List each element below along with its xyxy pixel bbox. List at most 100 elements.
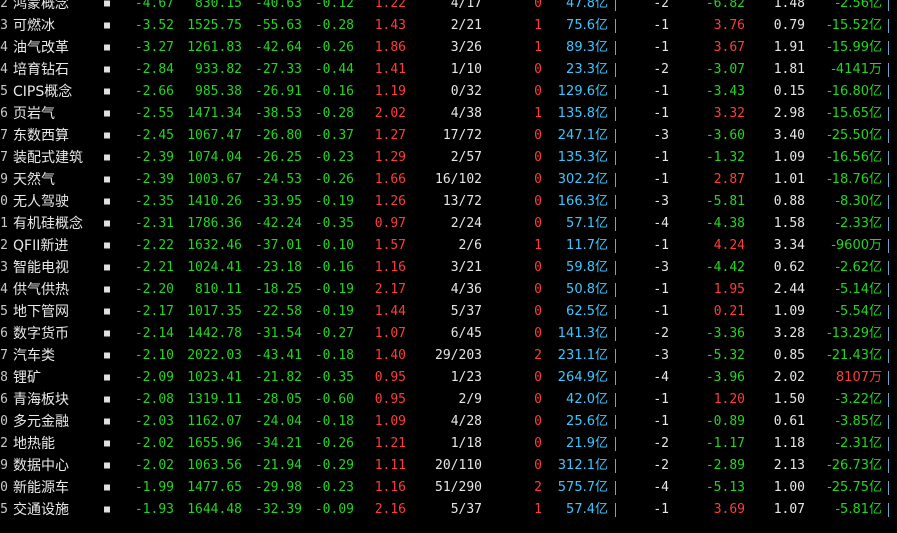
table-row[interactable]: 4 油气改革 ■ -3.27 1261.83 -42.64 -0.26 1.86 3/26 1 89… <box>0 37 897 59</box>
five-day-change: -6.82 <box>705 0 745 11</box>
row-index: 7 <box>0 150 8 165</box>
sector-name: CIPS概念 <box>13 84 73 100</box>
speed: -0.23 <box>314 150 354 165</box>
change-percent: -2.09 <box>134 370 174 385</box>
table-row[interactable]: 5 地下管网 ■ -2.17 1017.35 -22.58 -0.19 1.44 5/37 0 62… <box>0 301 897 323</box>
volume-ratio: 1.01 <box>773 172 805 187</box>
total-volume: 166.3亿 <box>557 194 608 209</box>
table-row[interactable]: 7 汽车类 ■ -2.10 2022.03 -43.41 -0.18 1.40 29/203 2 2… <box>0 345 897 367</box>
turnover-rate: 1.07 <box>374 326 406 341</box>
five-day-change: -0.89 <box>705 414 745 429</box>
table-row[interactable]: 0 无人驾驶 ■ -2.35 1410.26 -33.95 -0.19 1.26 13/72 0 1… <box>0 191 897 213</box>
volume-ratio: 0.85 <box>773 348 805 363</box>
table-row[interactable]: 6 青海板块 ■ -2.08 1319.11 -28.05 -0.60 0.95 2/9 0 42.… <box>0 389 897 411</box>
table-row[interactable]: 2 鸿蒙概念 ■ -4.67 830.15 -40.63 -0.12 1.22 4/17 0 47.… <box>0 0 897 15</box>
volume-ratio: 1.09 <box>773 150 805 165</box>
current-price: 1261.83 <box>187 40 242 55</box>
total-volume: 312.1亿 <box>557 458 608 473</box>
change-percent: -2.08 <box>134 392 174 407</box>
change-amount: -43.41 <box>255 348 302 363</box>
limit-up-count: 0 <box>534 150 542 165</box>
total-volume: 247.1亿 <box>557 128 608 143</box>
five-day-change: -3.07 <box>705 62 745 77</box>
limit-up-count: 0 <box>534 436 542 451</box>
volume-ratio: 2.02 <box>773 370 805 385</box>
row-mark-icon: ■ <box>103 152 111 163</box>
five-day-change: -3.60 <box>705 128 745 143</box>
speed: -0.18 <box>314 348 354 363</box>
column-divider <box>607 459 616 473</box>
total-volume: 129.6亿 <box>557 84 608 99</box>
table-row[interactable]: 0 新能源车 ■ -1.99 1477.65 -29.98 -0.23 1.16 51/290 2… <box>0 477 897 499</box>
rank-change: -1 <box>653 282 669 297</box>
table-row[interactable]: 7 东数西算 ■ -2.45 1067.47 -26.80 -0.37 1.27 17/72 0 2… <box>0 125 897 147</box>
row-index: 4 <box>0 282 8 297</box>
five-day-change: -3.43 <box>705 84 745 99</box>
limit-up-count: 1 <box>534 238 542 253</box>
table-row[interactable]: 6 数字货币 ■ -2.14 1442.78 -31.54 -0.27 1.07 6/45 0 14… <box>0 323 897 345</box>
table-row[interactable]: 2 地热能 ■ -2.02 1655.96 -34.21 -0.26 1.21 1/18 0 21.… <box>0 433 897 455</box>
limit-up-count: 0 <box>534 128 542 143</box>
row-index: 3 <box>0 18 8 33</box>
change-percent: -2.35 <box>134 194 174 209</box>
table-row[interactable]: 7 装配式建筑 ■ -2.39 1074.04 -26.25 -0.23 1.29 2/57 0 1… <box>0 147 897 169</box>
limit-up-count: 0 <box>534 216 542 231</box>
table-row[interactable]: 4 供气供热 ■ -2.20 810.11 -18.25 -0.19 2.17 4/36 0 50.… <box>0 279 897 301</box>
volume-ratio: 1.58 <box>773 216 805 231</box>
sector-name: 页岩气 <box>13 106 55 122</box>
net-inflow: -26.73亿 <box>827 458 882 473</box>
column-divider <box>607 393 616 407</box>
row-mark-icon: ■ <box>103 64 111 75</box>
column-divider <box>607 481 616 495</box>
table-row[interactable]: 3 可燃冰 ■ -3.52 1525.75 -55.63 -0.28 1.43 2/21 1 75.… <box>0 15 897 37</box>
table-row[interactable]: 6 页岩气 ■ -2.55 1471.34 -38.53 -0.28 2.02 4/38 1 135… <box>0 103 897 125</box>
change-percent: -2.20 <box>134 282 174 297</box>
table-row[interactable]: 5 交通设施 ■ -1.93 1644.48 -32.39 -0.09 2.16 5/37 1 57… <box>0 499 897 521</box>
sector-name: 数字货币 <box>13 326 69 342</box>
volume-ratio: 1.91 <box>773 40 805 55</box>
limit-up-count: 0 <box>534 326 542 341</box>
change-amount: -24.53 <box>255 172 302 187</box>
table-row[interactable]: 5 CIPS概念 ■ -2.66 985.38 -26.91 -0.16 1.19 0/32 0 1… <box>0 81 897 103</box>
change-percent: -2.21 <box>134 260 174 275</box>
net-inflow: -2.31亿 <box>835 436 882 451</box>
total-volume: 264.9亿 <box>557 370 608 385</box>
speed: -0.37 <box>314 128 354 143</box>
rise-fall-count: 3/21 <box>450 260 482 275</box>
turnover-rate: 1.43 <box>374 18 406 33</box>
table-row[interactable]: 1 有机硅概念 ■ -2.31 1786.36 -42.24 -0.35 0.97 2/24 0 5… <box>0 213 897 235</box>
table-row[interactable]: 8 锂矿 ■ -2.09 1023.41 -21.82 -0.35 0.95 1/23 0 264.… <box>0 367 897 389</box>
turnover-rate: 1.16 <box>374 480 406 495</box>
table-row[interactable]: 9 天然气 ■ -2.39 1003.67 -24.53 -0.26 1.66 16/102 0 3… <box>0 169 897 191</box>
turnover-rate: 1.66 <box>374 172 406 187</box>
row-mark-icon: ■ <box>103 0 111 9</box>
row-index: 0 <box>0 194 8 209</box>
turnover-rate: 1.40 <box>374 348 406 363</box>
current-price: 1644.48 <box>187 502 242 517</box>
current-price: 1471.34 <box>187 106 242 121</box>
volume-ratio: 0.15 <box>773 84 805 99</box>
current-price: 1786.36 <box>187 216 242 231</box>
limit-up-count: 1 <box>534 502 542 517</box>
change-amount: -34.21 <box>255 436 302 451</box>
rank-change: -2 <box>653 62 669 77</box>
column-divider <box>607 415 616 429</box>
table-row[interactable]: 3 智能电视 ■ -2.21 1024.41 -23.18 -0.16 1.16 3/21 0 59… <box>0 257 897 279</box>
five-day-change: 1.20 <box>713 392 745 407</box>
change-amount: -26.91 <box>255 84 302 99</box>
sector-name: 无人驾驶 <box>13 194 69 210</box>
five-day-change: 2.87 <box>713 172 745 187</box>
sector-name: QFII新进 <box>13 238 69 254</box>
column-divider <box>880 349 889 363</box>
table-row[interactable]: 2 QFII新进 ■ -2.22 1632.46 -37.01 -0.10 1.57 2/6 1 1… <box>0 235 897 257</box>
row-mark-icon: ■ <box>103 174 111 185</box>
change-percent: -2.10 <box>134 348 174 363</box>
table-row[interactable]: 0 多元金融 ■ -2.03 1162.07 -24.04 -0.18 1.09 4/28 0 25… <box>0 411 897 433</box>
rank-change: -2 <box>653 326 669 341</box>
current-price: 1074.04 <box>187 150 242 165</box>
net-inflow: -5.14亿 <box>835 282 882 297</box>
table-row[interactable]: 9 数据中心 ■ -2.02 1063.56 -21.94 -0.29 1.11 20/110 0… <box>0 455 897 477</box>
table-row[interactable]: 4 培育钻石 ■ -2.84 933.82 -27.33 -0.44 1.41 1/10 0 23.… <box>0 59 897 81</box>
column-divider <box>880 283 889 297</box>
change-amount: -27.33 <box>255 62 302 77</box>
